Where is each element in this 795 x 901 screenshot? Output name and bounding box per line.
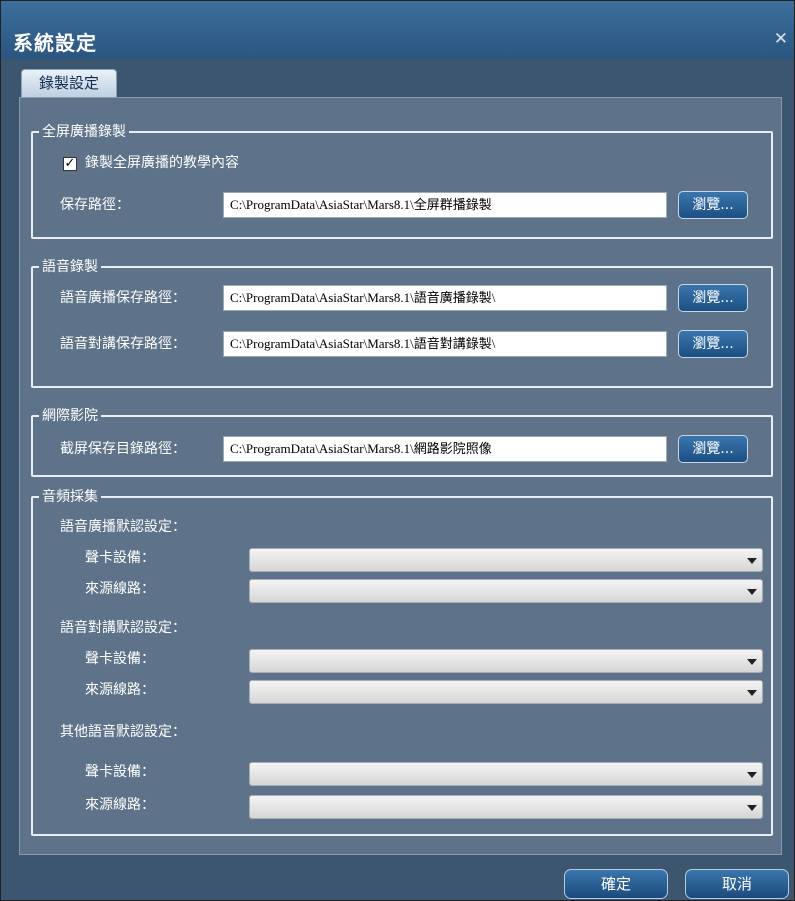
fullscreen-recording-group: 全屏廣播錄製 ✓ 錄製全屏廣播的教學內容 保存路徑： C:\ProgramDat… bbox=[31, 122, 773, 239]
audio-capture-group: 音頻採集 語音廣播默認設定： 聲卡設備： 來源線路： 語音對講默認設定： 聲卡設… bbox=[31, 487, 773, 836]
chevron-down-icon bbox=[747, 589, 757, 595]
system-settings-dialog: 系統設定 ✕ 錄製設定 全屏廣播錄製 ✓ 錄製全屏廣播的教學內容 保存路徑： C… bbox=[0, 0, 795, 901]
other-sound-card-select[interactable] bbox=[249, 762, 763, 786]
talk-source-line-label: 來源線路： bbox=[85, 682, 155, 698]
fullscreen-path-input[interactable]: C:\ProgramData\AsiaStar\Mars8.1\全屏群播錄製 bbox=[223, 192, 667, 218]
other-voice-default-title: 其他語音默認設定： bbox=[60, 724, 186, 740]
chevron-down-icon bbox=[747, 558, 757, 564]
voice-broadcast-browse-button[interactable]: 瀏覽... bbox=[678, 284, 748, 312]
voice-talk-default-title: 語音對講默認設定： bbox=[60, 620, 186, 636]
voice-recording-group: 語音錄製 語音廣播保存路徑： C:\ProgramData\AsiaStar\M… bbox=[31, 257, 773, 388]
talk-source-line-select[interactable] bbox=[249, 680, 763, 704]
voice-broadcast-path-input[interactable]: C:\ProgramData\AsiaStar\Mars8.1\語音廣播錄製\ bbox=[223, 285, 667, 311]
audio-capture-legend: 音頻採集 bbox=[39, 487, 101, 507]
broadcast-sound-card-select[interactable] bbox=[249, 548, 763, 572]
fullscreen-recording-legend: 全屏廣播錄製 bbox=[39, 122, 129, 142]
tab-recording-settings[interactable]: 錄製設定 bbox=[21, 69, 117, 97]
other-source-line-select[interactable] bbox=[249, 795, 763, 819]
record-fullscreen-label: 錄製全屏廣播的教學內容 bbox=[85, 155, 239, 171]
broadcast-source-line-label: 來源線路： bbox=[85, 581, 155, 597]
chevron-down-icon bbox=[747, 772, 757, 778]
broadcast-source-line-select[interactable] bbox=[249, 579, 763, 603]
chevron-down-icon bbox=[747, 805, 757, 811]
other-source-line-label: 來源線路： bbox=[85, 797, 155, 813]
tab-strip: 錄製設定 bbox=[1, 59, 794, 97]
cinema-path-label: 截屏保存目錄路徑： bbox=[60, 441, 186, 457]
fullscreen-browse-button[interactable]: 瀏覽... bbox=[678, 191, 748, 219]
talk-sound-card-select[interactable] bbox=[249, 649, 763, 673]
web-cinema-legend: 網際影院 bbox=[39, 406, 101, 426]
close-icon[interactable]: ✕ bbox=[774, 29, 788, 49]
ok-button[interactable]: 確定 bbox=[564, 869, 668, 899]
cinema-path-input[interactable]: C:\ProgramData\AsiaStar\Mars8.1\網路影院照像 bbox=[223, 436, 667, 462]
voice-recording-legend: 語音錄製 bbox=[39, 257, 101, 277]
cinema-browse-button[interactable]: 瀏覽... bbox=[678, 435, 748, 463]
voice-talk-path-input[interactable]: C:\ProgramData\AsiaStar\Mars8.1\語音對講錄製\ bbox=[223, 331, 667, 357]
other-sound-card-label: 聲卡設備： bbox=[85, 764, 155, 780]
record-fullscreen-checkbox[interactable]: ✓ bbox=[63, 157, 77, 171]
chevron-down-icon bbox=[747, 659, 757, 665]
voice-talk-browse-button[interactable]: 瀏覽... bbox=[678, 330, 748, 358]
voice-broadcast-path-label: 語音廣播保存路徑： bbox=[60, 290, 186, 306]
cancel-button[interactable]: 取消 bbox=[685, 869, 789, 899]
voice-broadcast-default-title: 語音廣播默認設定： bbox=[60, 519, 186, 535]
voice-talk-path-label: 語音對講保存路徑： bbox=[60, 336, 186, 352]
title-bar: 系統設定 ✕ bbox=[1, 1, 794, 59]
web-cinema-group: 網際影院 截屏保存目錄路徑： C:\ProgramData\AsiaStar\M… bbox=[31, 406, 773, 477]
chevron-down-icon bbox=[747, 690, 757, 696]
recording-settings-panel: 全屏廣播錄製 ✓ 錄製全屏廣播的教學內容 保存路徑： C:\ProgramDat… bbox=[19, 97, 782, 855]
broadcast-sound-card-label: 聲卡設備： bbox=[85, 550, 155, 566]
fullscreen-path-label: 保存路徑： bbox=[60, 197, 130, 213]
talk-sound-card-label: 聲卡設備： bbox=[85, 651, 155, 667]
dialog-title: 系統設定 bbox=[13, 31, 97, 55]
